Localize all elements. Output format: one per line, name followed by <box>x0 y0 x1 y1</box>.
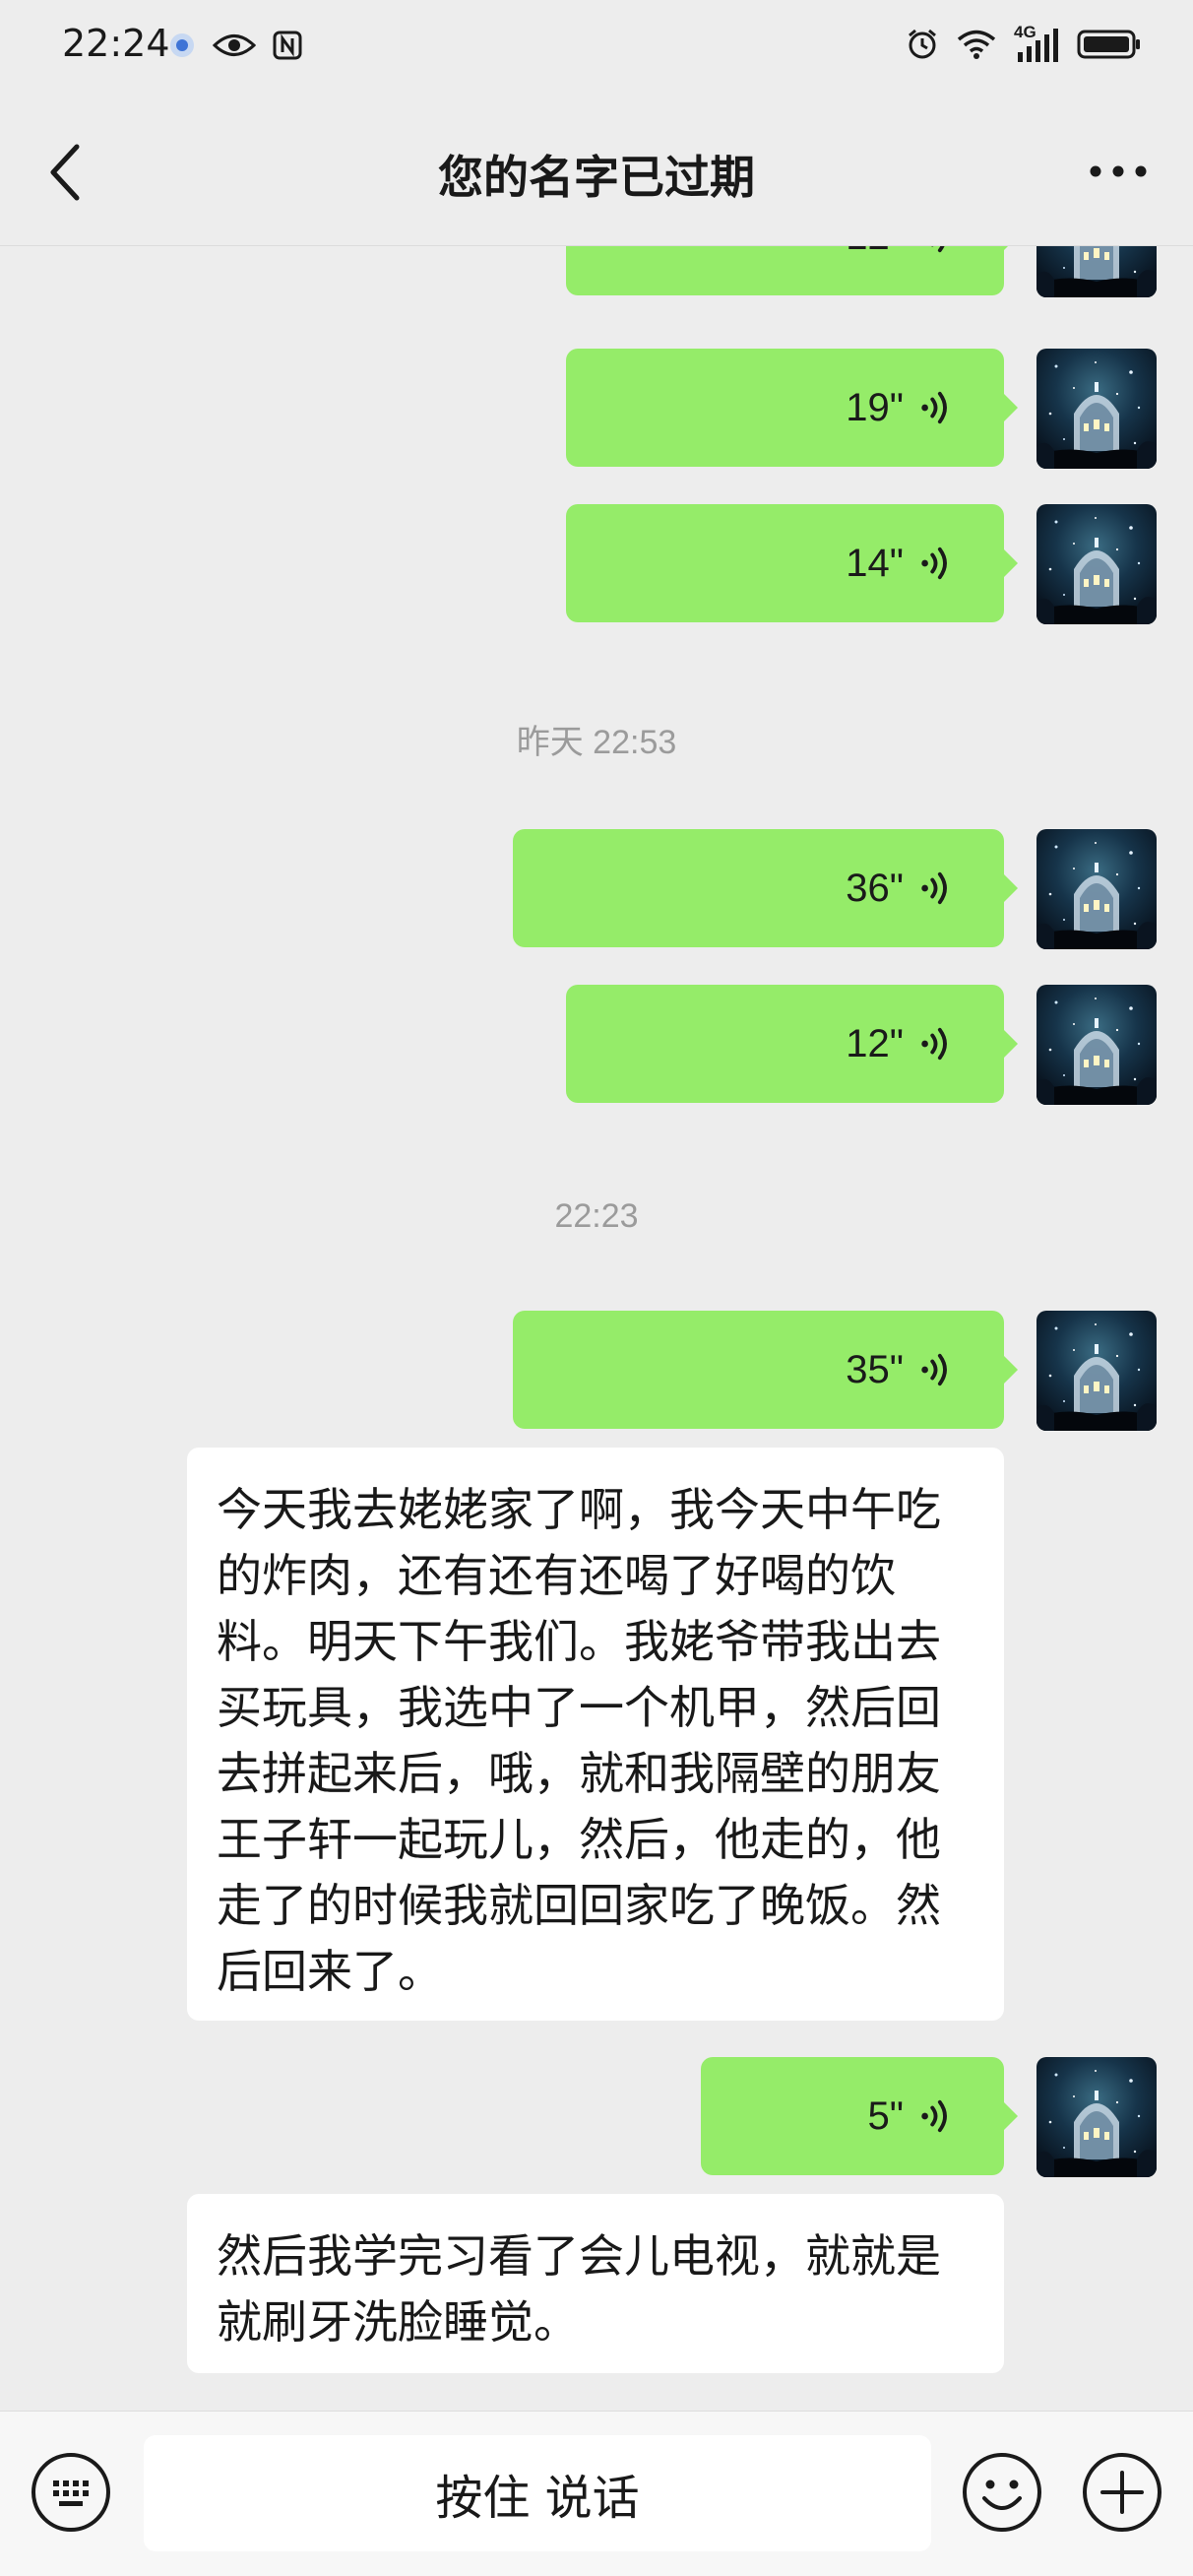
voice-duration: 35" <box>846 1347 904 1391</box>
avatar[interactable] <box>1036 985 1157 1105</box>
input-bar: 按住 说话 <box>0 2411 1193 2576</box>
more-features-button[interactable] <box>1081 2451 1163 2534</box>
voice-bubble[interactable]: 12" <box>566 246 1018 295</box>
voice-message[interactable]: 14" <box>0 504 1193 624</box>
avatar[interactable] <box>1036 1311 1157 1431</box>
voice-message[interactable]: 12" <box>0 985 1193 1105</box>
avatar[interactable] <box>1036 829 1157 949</box>
more-button[interactable] <box>1083 142 1154 201</box>
voice-message[interactable]: 36" <box>0 829 1193 949</box>
voice-wave-icon <box>917 1351 955 1388</box>
voice-duration: 36" <box>846 866 904 910</box>
timestamp: 22:23 <box>554 1197 639 1235</box>
voice-wave-icon <box>917 545 955 582</box>
battery-icon <box>1077 29 1142 64</box>
app-notification-icon <box>167 31 197 64</box>
emoji-button[interactable] <box>961 2451 1043 2534</box>
voice-bubble[interactable]: 35" <box>513 1311 1018 1429</box>
wifi-icon <box>957 29 996 64</box>
voice-duration: 14" <box>846 541 904 585</box>
voice-duration: 19" <box>846 385 904 429</box>
chat-title: 您的名字已过期 <box>438 151 755 204</box>
voice-content: 14" <box>846 504 955 622</box>
avatar[interactable] <box>1036 246 1157 297</box>
more-icon <box>1090 165 1147 177</box>
voice-message[interactable]: 5" <box>0 2057 1193 2177</box>
status-bar: 22:24 4G <box>0 0 1193 98</box>
voice-message[interactable]: 35" <box>0 1311 1193 1431</box>
plus-icon <box>1083 2453 1162 2532</box>
voice-content: 12" <box>846 985 955 1103</box>
voice-content: 35" <box>846 1311 955 1429</box>
keyboard-button[interactable] <box>30 2451 112 2534</box>
voice-bubble[interactable]: 36" <box>513 829 1018 947</box>
voice-wave-icon <box>917 1025 955 1063</box>
timestamp: 昨天 22:53 <box>516 724 677 761</box>
avatar[interactable] <box>1036 2057 1157 2177</box>
voice-bubble[interactable]: 14" <box>566 504 1018 622</box>
chat-screen: 22:24 4G 您的名字已过期 19" 14" 昨天 22:53 36" 12… <box>0 0 1193 2576</box>
transcription-bubble[interactable]: 今天我去姥姥家了啊，我今天中午吃的炸肉，还有还有还喝了好喝的饮料。明天下午我们。… <box>187 1448 1004 2021</box>
voice-wave-icon <box>917 2097 955 2135</box>
hold-to-talk-label: 按住 说话 <box>435 2471 640 2526</box>
avatar[interactable] <box>1036 504 1157 624</box>
status-time: 22:24 <box>62 22 170 65</box>
nfc-icon <box>272 30 303 65</box>
avatar[interactable] <box>1036 349 1157 469</box>
keyboard-icon <box>31 2453 110 2532</box>
status-left-icons <box>167 30 303 65</box>
voice-message[interactable]: 12" <box>0 246 1193 297</box>
voice-content: 19" <box>846 349 955 467</box>
voice-bubble[interactable]: 12" <box>566 985 1018 1103</box>
voice-bubble[interactable]: 5" <box>701 2057 1018 2175</box>
status-right-icons: 4G <box>906 23 1142 65</box>
signal-icon: 4G <box>1014 23 1059 64</box>
voice-content: 5" <box>868 2057 955 2175</box>
chat-header: 您的名字已过期 <box>0 98 1193 246</box>
eye-icon <box>212 31 257 64</box>
voice-content: 36" <box>846 829 955 947</box>
hold-to-talk-button[interactable]: 按住 说话 <box>144 2435 931 2551</box>
voice-wave-icon <box>917 869 955 907</box>
message-list[interactable]: 12" 19" 14" <box>0 246 1193 2411</box>
voice-duration: 12" <box>846 1021 904 1065</box>
emoji-icon <box>963 2453 1041 2532</box>
voice-bubble[interactable]: 19" <box>566 349 1018 467</box>
voice-wave-icon <box>917 246 955 255</box>
voice-duration: 5" <box>867 2093 904 2138</box>
transcription-bubble[interactable]: 然后我学完习看了会儿电视，就就是就刷牙洗脸睡觉。 <box>187 2194 1004 2373</box>
alarm-icon <box>906 28 939 65</box>
voice-content: 12" <box>846 246 955 295</box>
voice-wave-icon <box>917 389 955 426</box>
voice-message[interactable]: 19" <box>0 349 1193 469</box>
voice-duration: 12" <box>846 246 904 259</box>
